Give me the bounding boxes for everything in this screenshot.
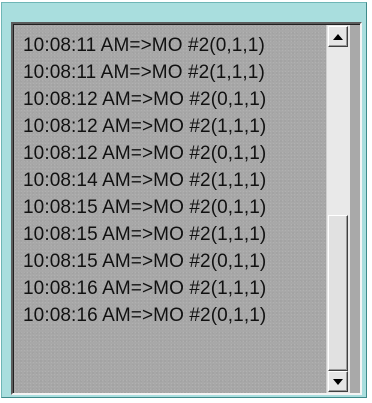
list-item[interactable]: 10:08:11 AM=>MO #2(0,1,1) [23, 32, 265, 59]
list-item[interactable]: 10:08:15 AM=>MO #2(0,1,1) [23, 194, 266, 221]
log-list[interactable]: 10:08:11 AM=>MO #2(0,1,1) 10:08:11 AM=>M… [14, 25, 326, 393]
scrollbar-thumb[interactable] [328, 215, 348, 371]
list-item[interactable]: 10:08:16 AM=>MO #2(1,1,1) [23, 275, 266, 302]
scrollbar-track[interactable] [327, 47, 350, 371]
list-item[interactable]: 10:08:12 AM=>MO #2(0,1,1) [23, 140, 266, 167]
list-item[interactable]: 10:08:12 AM=>MO #2(1,1,1) [23, 113, 266, 140]
log-listbox[interactable]: 10:08:11 AM=>MO #2(0,1,1) 10:08:11 AM=>M… [11, 22, 362, 395]
list-item[interactable]: 10:08:11 AM=>MO #2(1,1,1) [23, 59, 265, 86]
arrow-up-icon [333, 33, 343, 40]
list-item[interactable]: 10:08:15 AM=>MO #2(1,1,1) [23, 221, 266, 248]
scroll-down-button[interactable] [328, 371, 348, 392]
arrow-down-icon [333, 378, 343, 385]
vertical-scrollbar[interactable] [326, 25, 350, 393]
panel-frame: 10:08:11 AM=>MO #2(0,1,1) 10:08:11 AM=>M… [1, 2, 367, 398]
list-item[interactable]: 10:08:16 AM=>MO #2(0,1,1) [23, 302, 266, 329]
list-item[interactable]: 10:08:12 AM=>MO #2(0,1,1) [23, 86, 266, 113]
list-item[interactable]: 10:08:15 AM=>MO #2(0,1,1) [23, 248, 266, 275]
listbox-inner: 10:08:11 AM=>MO #2(0,1,1) 10:08:11 AM=>M… [13, 24, 360, 393]
scroll-up-button[interactable] [328, 26, 348, 47]
list-item[interactable]: 10:08:14 AM=>MO #2(1,1,1) [23, 167, 266, 194]
